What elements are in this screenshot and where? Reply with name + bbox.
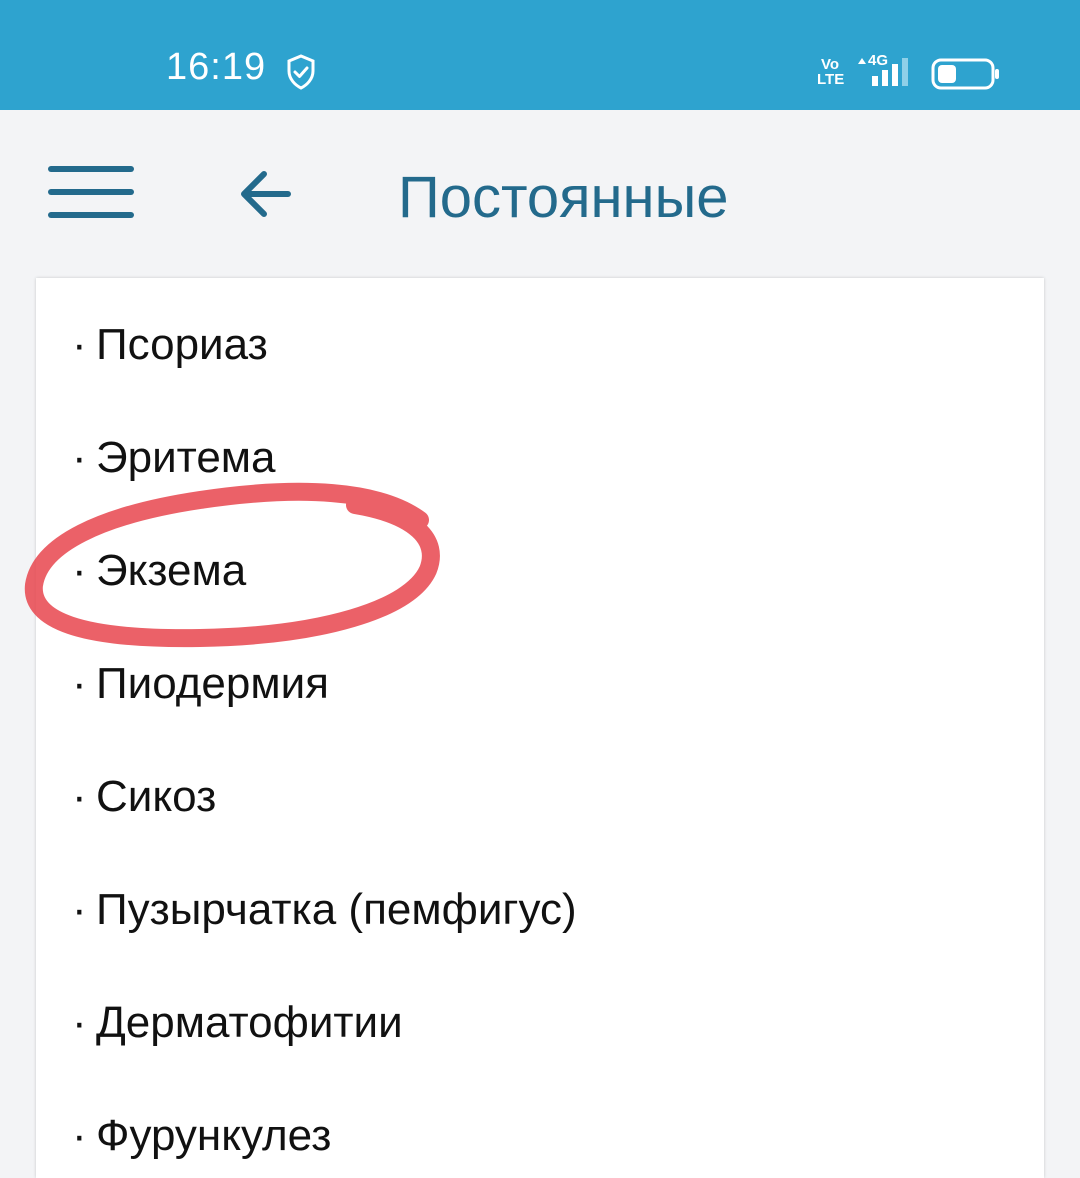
disease-list-card: · Псориаз · Эритема · Экзема · Пиодермия · Си… xyxy=(36,278,1044,1178)
app-bar: Постоянные xyxy=(0,110,1080,278)
list-item-pyoderma[interactable]: · Пиодермия xyxy=(72,644,329,724)
list-item-label: Дерматофитии xyxy=(96,998,403,1047)
bullet: · xyxy=(72,885,87,934)
bullet: · xyxy=(72,998,87,1047)
list-item-psoriasis[interactable]: · Псориаз xyxy=(72,305,268,385)
list-item-erythema[interactable]: · Эритема xyxy=(72,418,276,498)
page-title: Постоянные xyxy=(398,165,729,230)
list-item-sycosis[interactable]: · Сикоз xyxy=(72,757,216,837)
list-item-label: Пиодермия xyxy=(96,659,329,708)
list-item-pemphigus[interactable]: · Пузырчатка (пемфигус) xyxy=(72,870,577,950)
list-item-dermatophytosis[interactable]: · Дерматофитии xyxy=(72,983,403,1063)
bullet: · xyxy=(72,433,87,482)
bullet: · xyxy=(72,546,87,595)
bullet: · xyxy=(72,320,87,369)
list-item-label: Сикоз xyxy=(96,772,217,821)
signal-icon: 4G xyxy=(854,52,916,90)
list-item-eczema[interactable]: · Экзема xyxy=(72,531,246,611)
list-item-label: Эритема xyxy=(96,433,276,482)
list-item-label: Пузырчатка (пемфигус) xyxy=(96,885,577,934)
volte-indicator: Vo LTE xyxy=(817,56,845,88)
volte-top: Vo xyxy=(820,56,840,73)
volte-bottom: LTE xyxy=(817,71,845,88)
arrow-left-icon[interactable] xyxy=(238,168,294,220)
list-item-label: Псориаз xyxy=(96,320,268,369)
network-type-label: 4G xyxy=(868,52,889,69)
list-item-label: Экзема xyxy=(96,546,247,595)
bullet: · xyxy=(72,772,87,821)
bullet: · xyxy=(72,659,87,708)
shield-check-icon xyxy=(287,54,315,90)
list-item-label: Фурункулез xyxy=(96,1111,332,1160)
battery-icon xyxy=(931,58,999,90)
status-time: 16:19 xyxy=(166,46,267,88)
status-bar: 16:19 Vo LTE 4G xyxy=(0,0,1080,110)
hamburger-menu-icon[interactable] xyxy=(48,166,134,222)
bullet: · xyxy=(72,1111,87,1160)
list-item-furunculosis[interactable]: · Фурункулез xyxy=(72,1096,331,1176)
